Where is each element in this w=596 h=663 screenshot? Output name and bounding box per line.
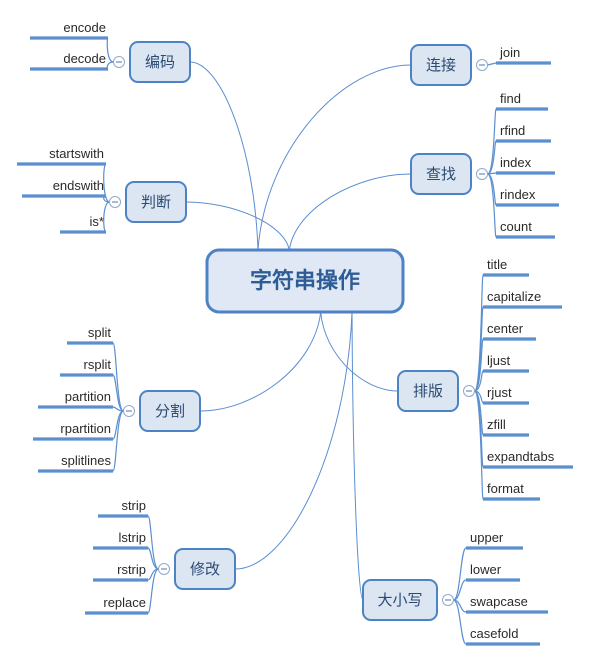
leaf-label[interactable]: endswith	[53, 178, 104, 193]
leaf-label[interactable]: lstrip	[119, 530, 146, 545]
leaf-label[interactable]: casefold	[470, 626, 518, 641]
leaf-label[interactable]: rfind	[500, 123, 525, 138]
leaf-label[interactable]: lower	[470, 562, 502, 577]
root-to-branch-connector	[199, 311, 322, 412]
branch-label: 连接	[426, 57, 456, 74]
collapse-toggle-split[interactable]	[123, 405, 135, 417]
leaf-connector	[106, 61, 114, 70]
branch-node-encoding[interactable]: 编码	[129, 41, 191, 83]
leaf-label[interactable]: split	[88, 325, 112, 340]
leaf-label[interactable]: ljust	[487, 353, 511, 368]
root-to-branch-connector	[234, 311, 353, 570]
leaf-label[interactable]: find	[500, 91, 521, 106]
root-connector-layer	[185, 61, 412, 601]
branch-label: 查找	[426, 166, 456, 183]
leaf-label[interactable]: rstrip	[117, 562, 146, 577]
collapse-toggle-modify[interactable]	[158, 563, 170, 575]
root-to-branch-connector	[189, 61, 259, 251]
branch-node-format[interactable]: 排版	[397, 370, 459, 412]
root-to-branch-connector	[288, 173, 412, 251]
mindmap-canvas: encode decode startswith endswith is* split rs…	[17, 20, 573, 646]
collapse-toggle-encoding[interactable]	[113, 56, 125, 68]
leaf-connector	[453, 579, 467, 601]
leaf-label[interactable]: rjust	[487, 385, 512, 400]
leaf-label[interactable]: capitalize	[487, 289, 541, 304]
leaf-label[interactable]: strip	[121, 498, 146, 513]
leaf-label[interactable]: expandtabs	[487, 449, 555, 464]
leaf-label[interactable]: title	[487, 257, 507, 272]
branch-node-search[interactable]: 查找	[410, 153, 472, 195]
root-label: 字符串操作	[250, 268, 360, 293]
leaf-connector	[103, 201, 110, 233]
branch-node-layer: 编码判断分割修改 连接查找排版大小写	[109, 41, 488, 621]
branch-label: 修改	[190, 561, 220, 578]
root-to-branch-connector	[257, 64, 412, 251]
leaf-label[interactable]: index	[500, 155, 532, 170]
branch-label: 大小写	[377, 592, 422, 609]
collapse-toggle-format[interactable]	[463, 385, 475, 397]
branch-node-case[interactable]: 大小写	[362, 579, 438, 621]
leaf-label[interactable]: replace	[103, 595, 146, 610]
branch-connector-layer	[103, 37, 497, 645]
leaf-label[interactable]: swapcase	[470, 594, 528, 609]
leaf-label[interactable]: zfill	[487, 417, 506, 432]
branch-node-split[interactable]: 分割	[139, 390, 201, 432]
leaf-connector	[486, 173, 497, 238]
branch-label: 分割	[155, 403, 185, 420]
leaf-label[interactable]: format	[487, 481, 524, 496]
leaf-label[interactable]: splitlines	[61, 453, 111, 468]
branch-label: 判断	[141, 194, 171, 211]
leaf-label[interactable]: encode	[63, 20, 106, 35]
leaf-label[interactable]: decode	[63, 51, 106, 66]
collapse-toggle-case[interactable]	[442, 594, 454, 606]
root-to-branch-connector	[185, 201, 290, 251]
leaf-connector	[486, 108, 497, 175]
leaf-label[interactable]: is*	[90, 214, 104, 229]
leaf-label[interactable]: count	[500, 219, 532, 234]
leaf-connector	[147, 568, 160, 614]
leaf-label[interactable]: partition	[65, 389, 111, 404]
collapse-toggle-search[interactable]	[476, 168, 488, 180]
root-to-branch-connector	[351, 311, 364, 601]
leaf-layer: encode decode startswith endswith is* split rs…	[17, 20, 573, 646]
leaf-label[interactable]: join	[499, 45, 520, 60]
leaf-label[interactable]: rsplit	[84, 357, 112, 372]
collapse-toggle-join[interactable]	[476, 59, 488, 71]
leaf-connector	[452, 599, 467, 645]
leaf-label[interactable]: center	[487, 321, 524, 336]
branch-label: 排版	[413, 383, 443, 400]
branch-node-judge[interactable]: 判断	[125, 181, 187, 223]
branch-node-modify[interactable]: 修改	[174, 548, 236, 590]
root-node-layer: 字符串操作	[205, 248, 405, 314]
branch-node-join[interactable]: 连接	[410, 44, 472, 86]
root-to-branch-connector	[320, 311, 399, 392]
collapse-toggle-judge[interactable]	[109, 196, 121, 208]
leaf-label[interactable]: rindex	[500, 187, 536, 202]
leaf-label[interactable]: upper	[470, 530, 504, 545]
leaf-label[interactable]: startswith	[49, 146, 104, 161]
leaf-connector	[487, 62, 497, 66]
root-node[interactable]: 字符串操作	[205, 248, 405, 314]
branch-label: 编码	[145, 54, 175, 71]
leaf-label[interactable]: rpartition	[60, 421, 111, 436]
leaf-connector	[106, 37, 114, 63]
